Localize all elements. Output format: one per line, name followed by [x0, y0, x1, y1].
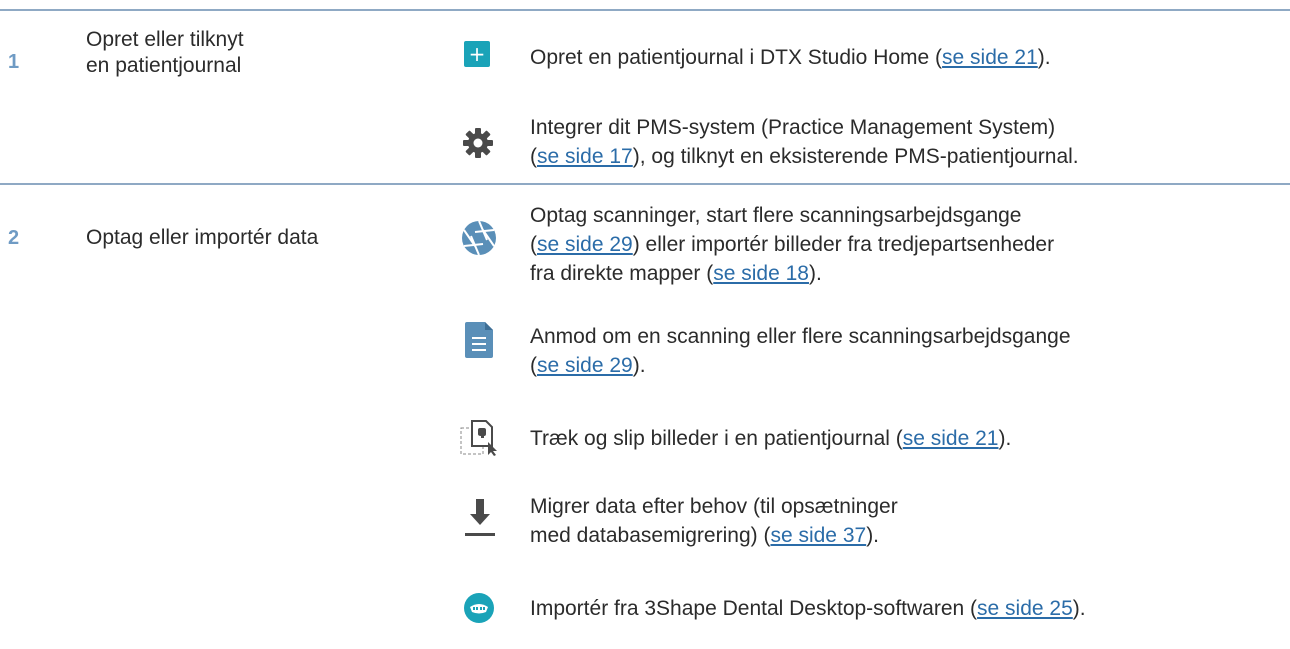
drag-drop-icon[interactable]	[460, 420, 500, 456]
gear-icon	[462, 127, 494, 159]
link-page-18[interactable]: se side 18	[713, 262, 809, 285]
download-icon[interactable]	[464, 497, 496, 539]
step-title-2: Optag eller importér data	[86, 226, 319, 249]
link-page-21[interactable]: se side 21	[942, 46, 1038, 69]
link-page-25[interactable]: se side 25	[977, 597, 1073, 620]
link-page-21[interactable]: se side 21	[903, 427, 999, 450]
aperture-icon[interactable]	[461, 220, 497, 256]
item-import-3shape: Importér fra 3Shape Dental Desktop-softw…	[530, 597, 1086, 620]
item-integrate-pms: Integrer dit PMS-system (Practice Manage…	[530, 116, 1079, 168]
step-number-2: 2	[8, 227, 20, 249]
item-create-patient-record: Opret en patientjournal i DTX Studio Hom…	[530, 46, 1051, 69]
step-number-1: 1	[8, 51, 20, 73]
plus-icon[interactable]: +	[464, 41, 490, 67]
item-request-scan: Anmod om en scanning eller flere scannin…	[530, 325, 1071, 377]
item-acquire-scans: Optag scanninger, start flere scanningsa…	[530, 204, 1055, 285]
3shape-dental-icon[interactable]	[463, 592, 495, 624]
document-icon[interactable]	[465, 322, 493, 358]
step-title-1: Opret eller tilknyt en patientjournal	[86, 28, 244, 77]
mid-divider	[0, 183, 1290, 185]
item-drag-drop: Træk og slip billeder i en patientjourna…	[530, 427, 1012, 450]
link-page-29[interactable]: se side 29	[537, 354, 633, 377]
link-page-17[interactable]: se side 17	[537, 145, 633, 168]
link-page-29[interactable]: se side 29	[537, 233, 633, 256]
top-divider	[0, 9, 1290, 11]
link-page-37[interactable]: se side 37	[770, 524, 866, 547]
item-migrate-data: Migrer data efter behov (til opsætninger…	[530, 495, 898, 547]
